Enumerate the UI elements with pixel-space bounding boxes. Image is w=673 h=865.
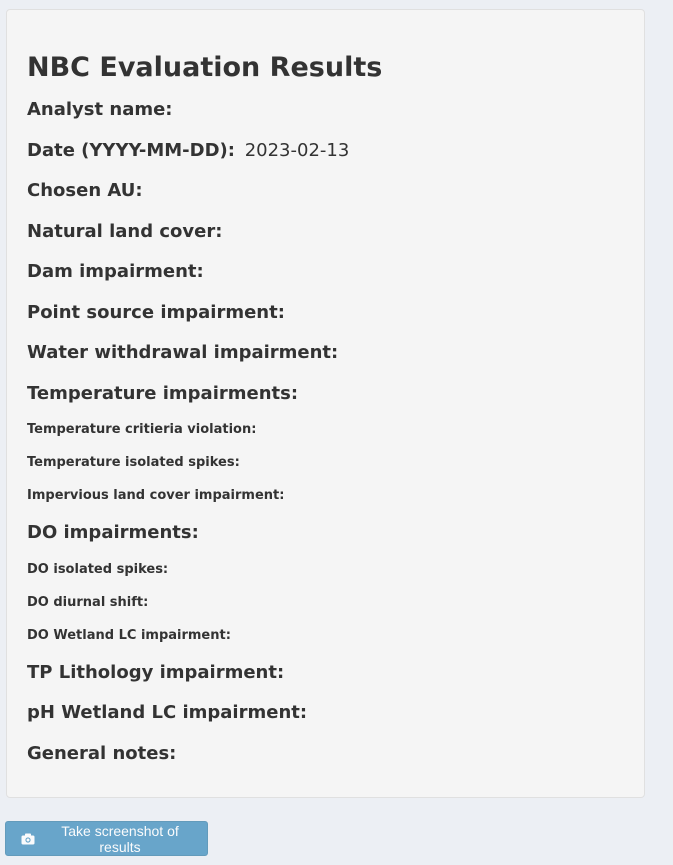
results-panel: NBC Evaluation Results Analyst name: Dat…	[6, 9, 645, 798]
ph-wetland-lc-impairment-label: pH Wetland LC impairment:	[27, 702, 308, 723]
temperature-criteria-violation-row: Temperature critieria violation:	[27, 422, 256, 438]
do-diurnal-shift-label: DO diurnal shift:	[27, 595, 149, 610]
do-wetland-lc-impairment-label: DO Wetland LC impairment:	[27, 628, 231, 643]
dam-impairment-label: Dam impairment:	[27, 261, 204, 282]
water-withdrawal-impairment-label: Water withdrawal impairment:	[27, 342, 339, 363]
chosen-au-label: Chosen AU:	[27, 180, 143, 201]
chosen-au-row: Chosen AU:	[27, 180, 143, 202]
temperature-isolated-spikes-row: Temperature isolated spikes:	[27, 455, 240, 471]
temperature-impairments-row: Temperature impairments:	[27, 383, 298, 405]
take-screenshot-button[interactable]: Take screenshot of results	[5, 821, 208, 856]
natural-land-cover-row: Natural land cover:	[27, 221, 222, 243]
water-withdrawal-impairment-row: Water withdrawal impairment:	[27, 342, 338, 364]
impervious-land-cover-impairment-row: Impervious land cover impairment:	[27, 488, 284, 504]
general-notes-label: General notes:	[27, 743, 177, 764]
natural-land-cover-label: Natural land cover:	[27, 221, 223, 242]
point-source-impairment-row: Point source impairment:	[27, 302, 285, 324]
do-isolated-spikes-row: DO isolated spikes:	[27, 562, 168, 578]
page-title: NBC Evaluation Results	[27, 52, 383, 83]
analyst-name-row: Analyst name:	[27, 99, 173, 121]
do-isolated-spikes-label: DO isolated spikes:	[27, 562, 169, 577]
do-impairments-label: DO impairments:	[27, 522, 199, 543]
temperature-isolated-spikes-label: Temperature isolated spikes:	[27, 455, 240, 470]
date-label: Date (YYYY-MM-DD):	[27, 140, 235, 161]
tp-lithology-impairment-row: TP Lithology impairment:	[27, 662, 284, 684]
point-source-impairment-label: Point source impairment:	[27, 302, 285, 323]
ph-wetland-lc-impairment-row: pH Wetland LC impairment:	[27, 702, 307, 724]
tp-lithology-impairment-label: TP Lithology impairment:	[27, 662, 285, 683]
do-diurnal-shift-row: DO diurnal shift:	[27, 595, 148, 611]
temperature-impairments-label: Temperature impairments:	[27, 383, 299, 404]
analyst-name-label: Analyst name:	[27, 99, 173, 120]
impervious-land-cover-impairment-label: Impervious land cover impairment:	[27, 488, 285, 503]
take-screenshot-label: Take screenshot of results	[61, 822, 179, 855]
do-impairments-row: DO impairments:	[27, 522, 199, 544]
camera-icon	[21, 833, 35, 845]
dam-impairment-row: Dam impairment:	[27, 261, 204, 283]
do-wetland-lc-impairment-row: DO Wetland LC impairment:	[27, 628, 231, 644]
general-notes-row: General notes:	[27, 743, 176, 765]
temperature-criteria-violation-label: Temperature critieria violation:	[27, 422, 257, 437]
date-row: Date (YYYY-MM-DD): 2023-02-13	[27, 140, 349, 162]
date-value: 2023-02-13	[244, 140, 350, 161]
